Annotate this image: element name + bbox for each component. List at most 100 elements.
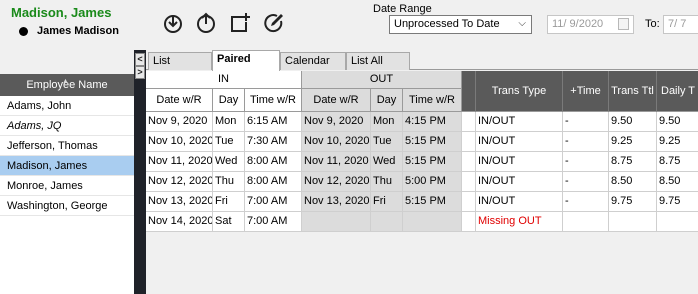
cell-daily-t[interactable]: 9.75 (657, 192, 698, 212)
cell-plus-time[interactable]: - (563, 112, 609, 132)
edit-icon (264, 14, 283, 33)
cell-in-time[interactable]: 7:30 AM (245, 132, 302, 152)
cell-trans-ttl[interactable]: 8.50 (609, 172, 657, 192)
cell-out-day[interactable]: Mon (371, 112, 403, 132)
cell-out-day[interactable]: Wed (371, 152, 403, 172)
col-daily-t[interactable]: Daily T (657, 71, 698, 112)
cell-in-day[interactable]: Wed (213, 152, 245, 172)
cell-out-day[interactable]: Thu (371, 172, 403, 192)
employee-title: Madison, James (11, 5, 112, 20)
tab-calendar[interactable]: Calendar (280, 52, 346, 70)
cell-plus-time[interactable]: - (563, 192, 609, 212)
cell-in-day[interactable]: Tue (213, 132, 245, 152)
cell-trans-type[interactable]: IN/OUT (476, 172, 563, 192)
employee-row[interactable]: Madison, James (0, 156, 134, 176)
date-to-field[interactable]: 7/ 7 (663, 15, 698, 34)
cell-out-time[interactable]: 5:00 PM (403, 172, 462, 192)
edit-button[interactable] (262, 12, 284, 34)
paired-punch-grid: IN OUT Date w/R Day Time w/R Date w/R Da… (146, 71, 698, 294)
employee-subtitle: James Madison (37, 25, 119, 37)
cell-daily-t[interactable]: 8.50 (657, 172, 698, 192)
col-trans-type[interactable]: Trans Type (476, 71, 563, 112)
employee-row[interactable]: Adams, JQ (0, 116, 134, 136)
clock-in-button[interactable] (162, 12, 184, 34)
cell-in-time[interactable]: 7:00 AM (245, 192, 302, 212)
employee-list-panel: ▲ Employee Name Adams, John Adams, JQ Jeff… (0, 74, 134, 294)
cell-in-date[interactable]: Nov 13, 2020 (146, 192, 213, 212)
cell-plus-time[interactable]: - (563, 152, 609, 172)
tab-paired[interactable]: Paired (212, 50, 280, 71)
cell-trans-ttl[interactable]: 8.75 (609, 152, 657, 172)
cell-out-date[interactable] (302, 212, 371, 232)
cell-plus-time[interactable] (563, 212, 609, 232)
cell-in-time[interactable]: 7:00 AM (245, 212, 302, 232)
cell-trans-ttl[interactable] (609, 212, 657, 232)
cell-in-time[interactable]: 6:15 AM (245, 112, 302, 132)
cell-trans-type[interactable]: IN/OUT (476, 192, 563, 212)
add-entry-button[interactable] (229, 12, 251, 34)
date-range-select[interactable]: Unprocessed To Date ⌵ (389, 15, 532, 34)
cell-out-time[interactable]: 5:15 PM (403, 132, 462, 152)
cell-trans-ttl[interactable]: 9.25 (609, 132, 657, 152)
employee-row[interactable]: Adams, John (0, 96, 134, 116)
cell-trans-type[interactable]: IN/OUT (476, 152, 563, 172)
cell-daily-t[interactable]: 8.75 (657, 152, 698, 172)
chevron-right-icon: > (137, 67, 143, 77)
cell-in-day[interactable]: Mon (213, 112, 245, 132)
cell-out-date[interactable]: Nov 13, 2020 (302, 192, 371, 212)
cell-in-day[interactable]: Sat (213, 212, 245, 232)
cell-out-date[interactable]: Nov 12, 2020 (302, 172, 371, 192)
col-plus-time[interactable]: +Time (563, 71, 609, 112)
panel-splitter[interactable]: < > (134, 50, 146, 294)
cell-out-day[interactable]: Tue (371, 132, 403, 152)
calendar-icon[interactable] (618, 18, 629, 30)
cell-in-time[interactable]: 8:00 AM (245, 152, 302, 172)
cell-in-date[interactable]: Nov 12, 2020 (146, 172, 213, 192)
cell-out-time[interactable]: 4:15 PM (403, 112, 462, 132)
cell-out-time[interactable]: 5:15 PM (403, 152, 462, 172)
col-in-day[interactable]: Day (213, 89, 245, 112)
out-group-header: OUT (302, 71, 462, 89)
expand-right-button[interactable]: > (135, 66, 145, 79)
cell-in-date[interactable]: Nov 14, 2020 (146, 212, 213, 232)
cell-out-date[interactable]: Nov 10, 2020 (302, 132, 371, 152)
col-out-date[interactable]: Date w/R (302, 89, 371, 112)
employee-row[interactable]: Jefferson, Thomas (0, 136, 134, 156)
cell-trans-ttl[interactable]: 9.75 (609, 192, 657, 212)
cell-out-time[interactable]: 5:15 PM (403, 192, 462, 212)
cell-in-day[interactable]: Thu (213, 172, 245, 192)
col-trans-ttl[interactable]: Trans Ttl (609, 71, 657, 112)
col-in-time[interactable]: Time w/R (245, 89, 302, 112)
cell-in-day[interactable]: Fri (213, 192, 245, 212)
clock-out-button[interactable] (195, 12, 217, 34)
cell-in-date[interactable]: Nov 10, 2020 (146, 132, 213, 152)
cell-in-date[interactable]: Nov 9, 2020 (146, 112, 213, 132)
cell-trans-type[interactable]: IN/OUT (476, 112, 563, 132)
col-out-time[interactable]: Time w/R (403, 89, 462, 112)
cell-plus-time[interactable]: - (563, 132, 609, 152)
cell-plus-time[interactable]: - (563, 172, 609, 192)
tab-list-all[interactable]: List All (346, 52, 410, 70)
tab-list[interactable]: List (148, 52, 212, 70)
cell-trans-type[interactable]: IN/OUT (476, 132, 563, 152)
cell-daily-t[interactable]: 9.50 (657, 112, 698, 132)
employee-name-column-header[interactable]: ▲ Employee Name (0, 74, 134, 96)
cell-daily-t[interactable] (657, 212, 698, 232)
date-from-field[interactable]: 11/ 9/2020 (547, 15, 634, 34)
row-spacer-cell (462, 212, 476, 232)
employee-row[interactable]: Monroe, James (0, 176, 134, 196)
cell-out-time[interactable] (403, 212, 462, 232)
cell-trans-ttl[interactable]: 9.50 (609, 112, 657, 132)
collapse-left-button[interactable]: < (135, 53, 145, 66)
cell-out-day[interactable] (371, 212, 403, 232)
col-in-date[interactable]: Date w/R (146, 89, 213, 112)
cell-daily-t[interactable]: 9.25 (657, 132, 698, 152)
col-out-day[interactable]: Day (371, 89, 403, 112)
missing-out-warning[interactable]: Missing OUT (476, 212, 563, 232)
cell-out-date[interactable]: Nov 11, 2020 (302, 152, 371, 172)
employee-row[interactable]: Washington, George (0, 196, 134, 216)
cell-in-time[interactable]: 8:00 AM (245, 172, 302, 192)
cell-in-date[interactable]: Nov 11, 2020 (146, 152, 213, 172)
cell-out-date[interactable]: Nov 9, 2020 (302, 112, 371, 132)
cell-out-day[interactable]: Fri (371, 192, 403, 212)
